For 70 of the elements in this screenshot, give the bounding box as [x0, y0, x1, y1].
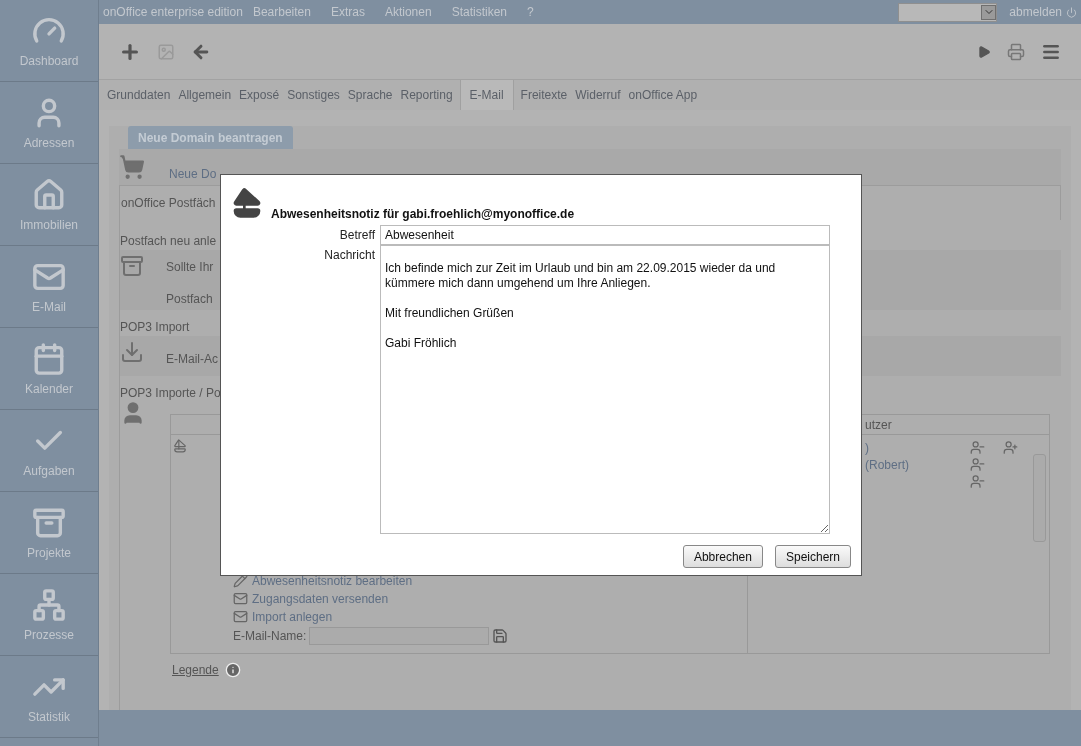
- sailboat-icon: [231, 187, 263, 219]
- envelope-icon: [233, 591, 248, 606]
- legend-link[interactable]: Legende: [172, 662, 1061, 678]
- tab[interactable]: onOffice App: [624, 80, 702, 110]
- sidebar-item[interactable]: Immobilien: [0, 164, 98, 246]
- power-icon: [1066, 6, 1077, 18]
- section-header: onOffice Postfäch: [120, 196, 216, 210]
- info-text: Sollte Ihr: [166, 260, 214, 274]
- sidebar-item[interactable]: Kalender: [0, 328, 98, 410]
- sidebar-item[interactable]: E-Mail: [0, 246, 98, 328]
- sidebar-item[interactable]: Adressen: [0, 82, 98, 164]
- tab[interactable]: Sonstiges: [283, 80, 344, 110]
- envelope-icon: [233, 609, 248, 624]
- info-text: Postfach: [166, 292, 214, 306]
- user-name: (Robert): [865, 457, 909, 472]
- action-link[interactable]: Import anlegen: [233, 609, 747, 624]
- cart-icon: [119, 154, 145, 180]
- info-text: Neue Do: [169, 167, 217, 181]
- message-field[interactable]: Ich befinde mich zur Zeit im Urlaub und bin am 22.09.2015 wieder da und kümmere mich dann umgehend um Ihre Anliegen. Mit freundlichen Grüßen Gabi Fröhlich: [380, 245, 830, 534]
- tab[interactable]: Freitexte: [516, 80, 572, 110]
- save-icon[interactable]: [492, 628, 509, 644]
- user-name: ): [865, 440, 869, 455]
- sidebar-item[interactable]: Projekte: [0, 492, 98, 574]
- sidebar-item[interactable]: Aufgaben: [0, 410, 98, 492]
- play-icon[interactable]: [977, 44, 991, 59]
- sidebar-item[interactable]: Prozesse: [0, 574, 98, 656]
- user-remove-icon[interactable]: [970, 440, 985, 455]
- field-label: Nachricht: [323, 247, 375, 264]
- info-icon: [224, 662, 241, 678]
- menu-item[interactable]: Aktionen: [384, 5, 432, 19]
- cancel-button[interactable]: Abbrechen: [682, 545, 763, 568]
- field-label: Betreff: [338, 227, 375, 244]
- archive-icon: [120, 254, 144, 278]
- user-remove-icon[interactable]: [970, 474, 985, 489]
- pencil-icon: [233, 573, 248, 588]
- action-link[interactable]: Zugangsdaten versenden: [233, 591, 747, 606]
- section-label: POP3 Importe / Po: [120, 386, 221, 400]
- tab[interactable]: Sprache: [343, 80, 397, 110]
- printer-icon[interactable]: [1007, 42, 1025, 61]
- section-label: POP3 Import: [120, 320, 190, 334]
- tab[interactable]: Grunddaten: [103, 80, 175, 110]
- download-icon: [120, 340, 144, 364]
- menu-item[interactable]: Statistiken: [451, 5, 507, 19]
- tab[interactable]: Exposé: [235, 80, 284, 110]
- tab[interactable]: E-Mail: [459, 80, 514, 110]
- dropdown[interactable]: [898, 2, 998, 22]
- column-header: utzer: [865, 417, 892, 432]
- section-label: Postfach neu anle: [120, 234, 217, 248]
- menu-item[interactable]: ?: [527, 5, 534, 19]
- logout-link[interactable]: abmelden: [1009, 5, 1077, 19]
- sidebar-item[interactable]: Dashboard: [0, 0, 98, 82]
- house-icon: [32, 177, 66, 212]
- user-add-icon[interactable]: [1003, 440, 1018, 455]
- calendar-icon: [32, 341, 66, 376]
- dialog-title: Abwesenheitsnotiz für gabi.froehlich@myonoffice.de: [271, 207, 575, 221]
- tab[interactable]: Reporting: [396, 80, 457, 110]
- tab[interactable]: Widerruf: [571, 80, 625, 110]
- tab[interactable]: Allgemein: [174, 80, 236, 110]
- image-icon[interactable]: [157, 42, 175, 61]
- menu-item[interactable]: Bearbeiten: [252, 5, 311, 19]
- save-button[interactable]: Speichern: [774, 545, 851, 568]
- action-link[interactable]: Abwesenheitsnotiz bearbeiten: [233, 573, 747, 588]
- sailboat-icon: [173, 439, 187, 453]
- sidebar-item[interactable]: Statistik: [0, 656, 98, 738]
- field-label: E-Mail-Name:: [233, 629, 307, 643]
- info-text: E-Mail-Ac: [166, 352, 218, 366]
- subject-field[interactable]: Abwesenheit: [380, 225, 830, 245]
- network-icon: [32, 587, 66, 622]
- menu-item[interactable]: Extras: [330, 5, 365, 19]
- user-remove-icon[interactable]: [970, 457, 985, 472]
